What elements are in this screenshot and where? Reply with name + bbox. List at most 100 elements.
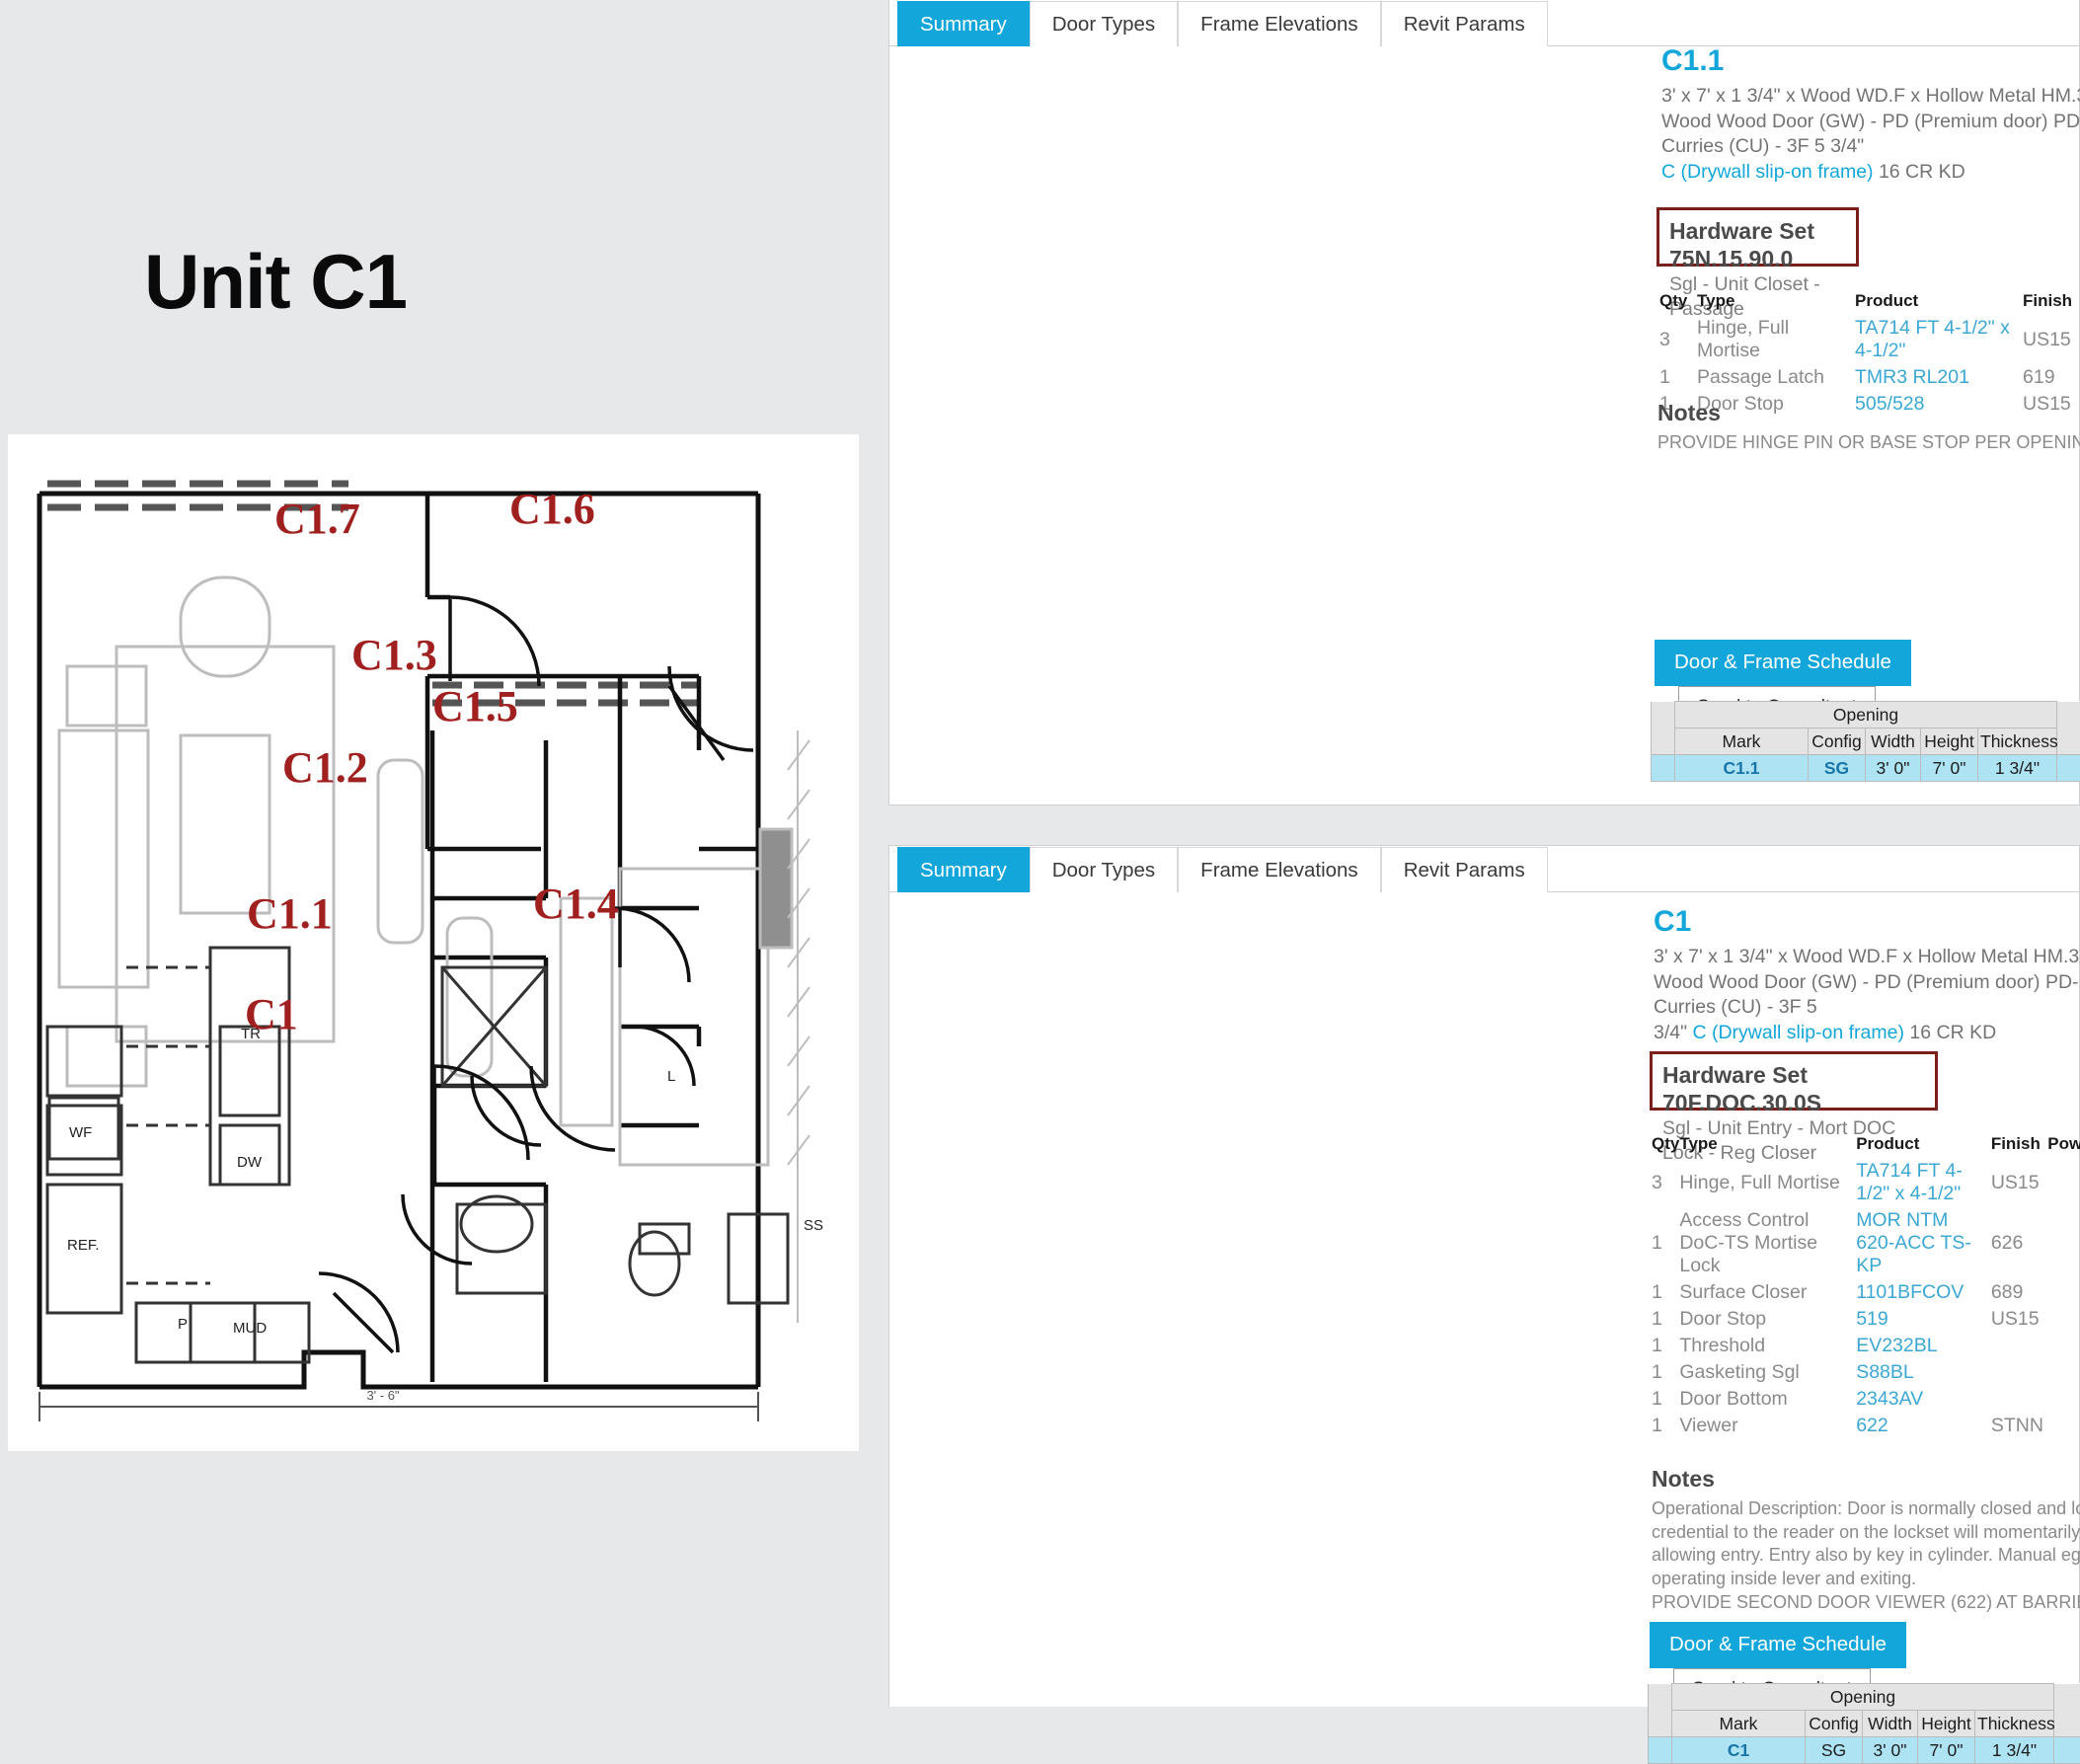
notes-body-operational: Operational Description: Door is normall… <box>1652 1497 2080 1590</box>
cell-qty: 1 <box>1652 1359 1679 1386</box>
cell-power <box>2047 1306 2080 1333</box>
door-desc-tail: 16 CR KD <box>1874 161 1965 183</box>
schedule-col-mark: Mark <box>1672 1711 1806 1737</box>
svg-text:P: P <box>178 1316 188 1333</box>
door-detail-panel-c11: Summary Door Types Frame Elevations Revi… <box>888 0 2080 805</box>
row-handle[interactable] <box>1652 755 1675 782</box>
cell-config[interactable]: SG <box>1809 755 1866 782</box>
door-code: C1.1 <box>1661 44 1724 78</box>
table-row: 1 Surface Closer 1101BFCOV 689 Yale <box>1652 1279 2080 1306</box>
cell-product[interactable]: MOR NTM 620-ACC TS-KP <box>1856 1207 1991 1279</box>
cell-product[interactable]: 519 <box>1856 1306 1991 1333</box>
cell-config[interactable]: SG <box>1806 1737 1863 1764</box>
schedule-spacer-header <box>2054 1684 2080 1737</box>
table-row: 1 Viewer 622 STNN Rockwood <box>1652 1413 2080 1439</box>
cell-mark[interactable]: C1 <box>1672 1737 1806 1764</box>
frame-type-link[interactable]: C (Drywall slip-on frame) <box>1692 1022 1904 1043</box>
tab-revit-params[interactable]: Revit Params <box>1381 847 1548 892</box>
cell-product[interactable]: TA714 FT 4-1/2" x 4-1/2" <box>1855 315 2023 364</box>
row-handle[interactable] <box>1649 1737 1672 1764</box>
tab-summary[interactable]: Summary <box>897 1 1030 46</box>
col-finish: Finish <box>2023 291 2080 315</box>
cell-height[interactable]: 7' 0" <box>1918 1737 1975 1764</box>
col-finish: Finish <box>1991 1134 2047 1158</box>
table-row[interactable]: C1.1 SG 3' 0" 7' 0" 1 3/4" WD.F HM.3F.D … <box>1652 755 2080 782</box>
cell-product[interactable]: 1101BFCOV <box>1856 1279 1991 1306</box>
cell-type: Gasketing Sgl <box>1679 1359 1856 1386</box>
door-desc-line2: Wood Wood Door (GW) - PD (Premium door) … <box>1654 970 2080 1021</box>
cell-qty: 1 <box>1652 1386 1679 1413</box>
door-desc-line3: 3/4" C (Drywall slip-on frame) 16 CR KD <box>1654 1021 2080 1046</box>
tabbar-filler <box>1548 0 2079 46</box>
cell-qty: 3 <box>1659 315 1697 364</box>
cell-finish: US15 <box>2023 315 2080 364</box>
svg-text:WF: WF <box>69 1124 92 1141</box>
cell-mark[interactable]: C1.1 <box>1675 755 1809 782</box>
schedule-col-thickness: Thickness <box>1978 729 2057 755</box>
cell-type: Door Stop <box>1697 391 1855 418</box>
schedule-col-config: Config <box>1806 1711 1863 1737</box>
cell-type: Hinge, Full Mortise <box>1697 315 1855 364</box>
floorplan-label-c17: C1.7 <box>274 495 360 543</box>
floorplan-label-c11: C1.1 <box>247 889 333 938</box>
left-column: Unit C1 <box>0 0 869 1707</box>
cell-power <box>2047 1359 2080 1386</box>
notes-body: PROVIDE HINGE PIN OR BASE STOP PER OPENI… <box>1657 431 2080 455</box>
door-frame-schedule-button[interactable]: Door & Frame Schedule <box>1650 1622 1906 1668</box>
frame-type-link[interactable]: C (Drywall slip-on frame) <box>1661 161 1874 183</box>
door-frame-schedule-button[interactable]: Door & Frame Schedule <box>1655 640 1911 686</box>
schedule-col-height: Height <box>1918 1711 1975 1737</box>
cell-fire-rating[interactable] <box>2054 1737 2080 1764</box>
tab-frame-elevations[interactable]: Frame Elevations <box>1178 847 1381 892</box>
tabbar-top: Summary Door Types Frame Elevations Revi… <box>889 0 2079 46</box>
cell-product[interactable]: S88BL <box>1856 1359 1991 1386</box>
cell-product[interactable]: EV232BL <box>1856 1333 1991 1359</box>
table-row: 1 Threshold EV232BL Pemko <box>1652 1333 2080 1359</box>
table-row[interactable]: C1 SG 3' 0" 7' 0" 1 3/4" WD.F HM.3F.D 70… <box>1649 1737 2080 1764</box>
floorplan-label-c16: C1.6 <box>509 485 595 533</box>
schedule-handle-header <box>1649 1684 1672 1737</box>
schedule-column-header-row: Mark Config Width Height Thickness Fire … <box>1649 1711 2080 1737</box>
cell-height[interactable]: 7' 0" <box>1921 755 1978 782</box>
floorplan-label-c14: C1.4 <box>533 880 619 928</box>
cell-qty: 1 <box>1652 1306 1679 1333</box>
cell-product[interactable]: 622 <box>1856 1413 1991 1439</box>
tab-revit-params[interactable]: Revit Params <box>1381 1 1548 46</box>
cell-product[interactable]: 2343AV <box>1856 1386 1991 1413</box>
cell-qty: 1 <box>1659 364 1697 391</box>
cell-finish <box>1991 1386 2047 1413</box>
cell-product[interactable]: TA714 FT 4-1/2" x 4-1/2" <box>1856 1158 1991 1207</box>
tab-door-types[interactable]: Door Types <box>1030 847 1178 892</box>
svg-text:SS: SS <box>804 1217 823 1234</box>
cell-product[interactable]: TMR3 RL201 <box>1855 364 2023 391</box>
cell-qty: 1 <box>1652 1279 1679 1306</box>
cell-thickness[interactable]: 1 3/4" <box>1975 1737 2054 1764</box>
floorplan-label-c1: C1 <box>245 990 298 1038</box>
cell-width[interactable]: 3' 0" <box>1866 755 1921 782</box>
cell-finish: 689 <box>1991 1279 2047 1306</box>
cell-power <box>2047 1158 2080 1207</box>
cell-power <box>2047 1207 2080 1279</box>
cell-fire-rating[interactable] <box>2057 755 2080 782</box>
tab-summary[interactable]: Summary <box>897 847 1030 892</box>
cell-type: Threshold <box>1679 1333 1856 1359</box>
col-type: Type <box>1697 291 1855 315</box>
schedule-col-width: Width <box>1863 1711 1918 1737</box>
cell-power <box>2047 1333 2080 1359</box>
cell-thickness[interactable]: 1 3/4" <box>1978 755 2057 782</box>
cell-product[interactable]: 505/528 <box>1855 391 2023 418</box>
cell-power <box>2047 1386 2080 1413</box>
door-desc-tail: 16 CR KD <box>1904 1022 1996 1043</box>
cell-width[interactable]: 3' 0" <box>1863 1737 1918 1764</box>
hardware-set-box: Hardware Set 70F.DOC.30.0S Sgl - Unit En… <box>1650 1051 1938 1111</box>
svg-text:L: L <box>667 1068 675 1085</box>
hardware-table-header-row: Qty Type Product Finish Power Manufactur… <box>1659 291 2080 315</box>
door-description: 3' x 7' x 1 3/4" x Wood WD.F x Hollow Me… <box>1661 84 2080 185</box>
tab-door-types[interactable]: Door Types <box>1030 1 1178 46</box>
col-type: Type <box>1679 1134 1856 1158</box>
cell-type: Surface Closer <box>1679 1279 1856 1306</box>
tab-frame-elevations[interactable]: Frame Elevations <box>1178 1 1381 46</box>
col-product: Product <box>1855 291 2023 315</box>
hardware-items-table: Qty Type Product Finish Power Manufactur… <box>1659 291 2080 418</box>
col-qty: Qty <box>1652 1134 1679 1158</box>
